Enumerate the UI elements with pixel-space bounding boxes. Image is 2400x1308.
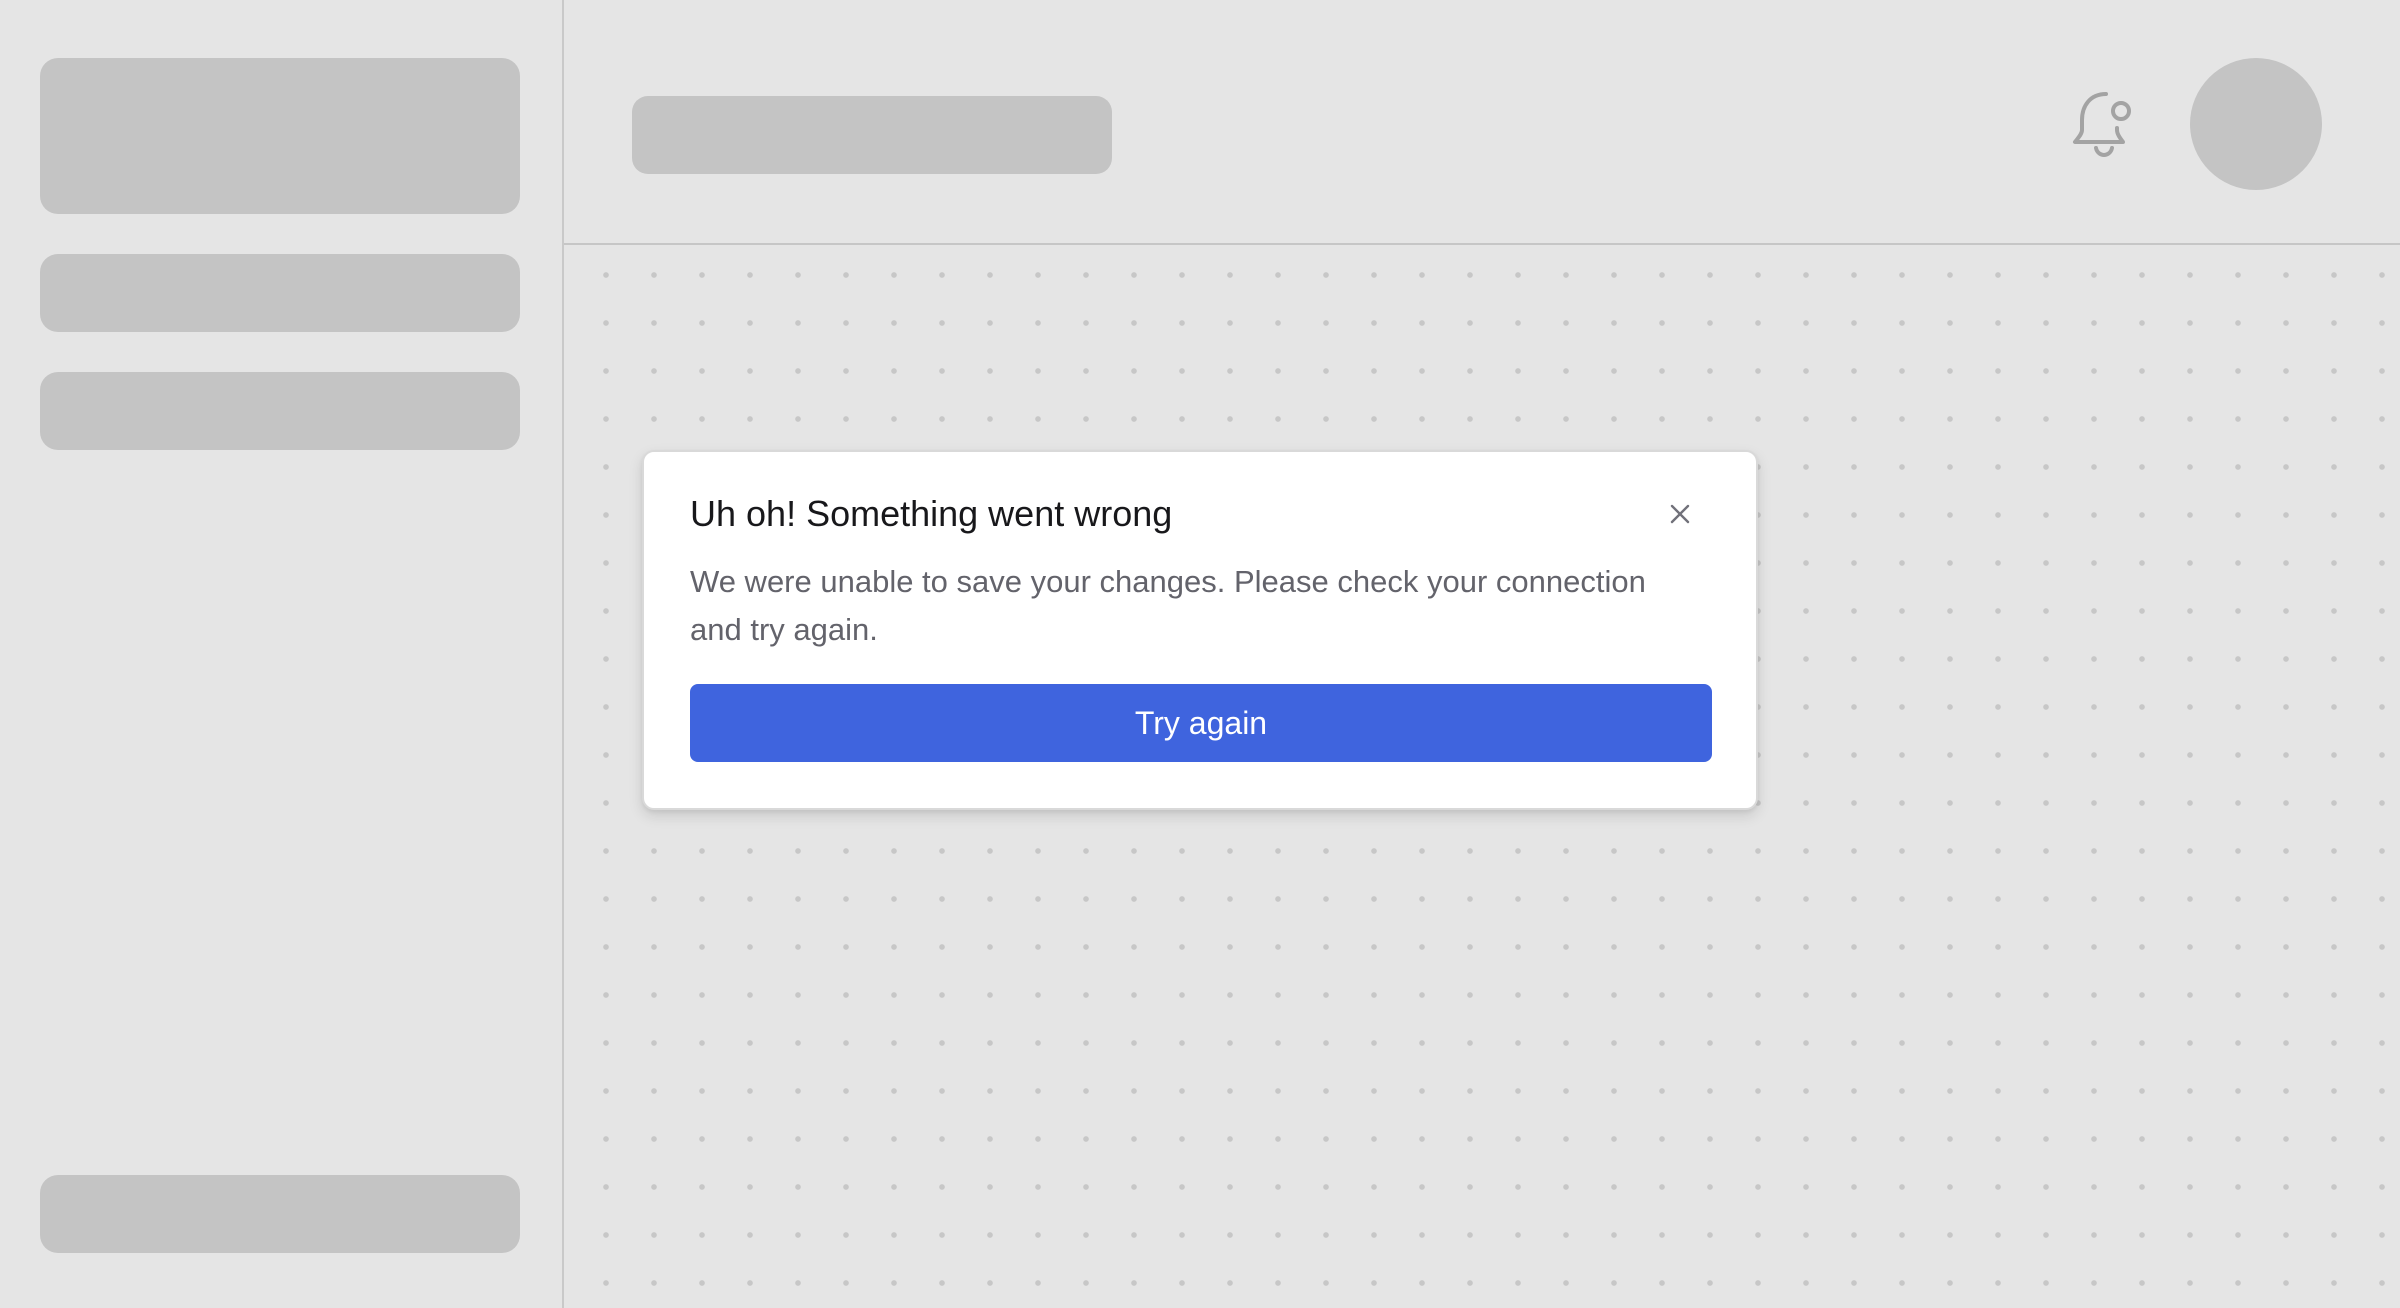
dialog-message: We were unable to save your changes. Ple… (690, 564, 1646, 647)
sidebar-skeleton-footer (40, 1175, 520, 1253)
sidebar (0, 0, 564, 1308)
sidebar-skeleton-item (40, 254, 520, 332)
top-header (564, 0, 2400, 245)
try-again-button[interactable]: Try again (690, 684, 1712, 762)
dialog-title: Uh oh! Something went wrong (690, 493, 1173, 534)
notification-bell-icon[interactable] (2066, 84, 2142, 160)
app-window: Uh oh! Something went wrong We were unab… (0, 0, 2400, 1308)
header-title-skeleton (632, 96, 1112, 174)
close-icon (1670, 504, 1690, 524)
avatar[interactable] (2190, 58, 2322, 190)
sidebar-skeleton-item (40, 372, 520, 450)
close-button[interactable] (1660, 494, 1700, 534)
error-dialog: Uh oh! Something went wrong We were unab… (642, 450, 1758, 810)
sidebar-skeleton-block (40, 58, 520, 214)
